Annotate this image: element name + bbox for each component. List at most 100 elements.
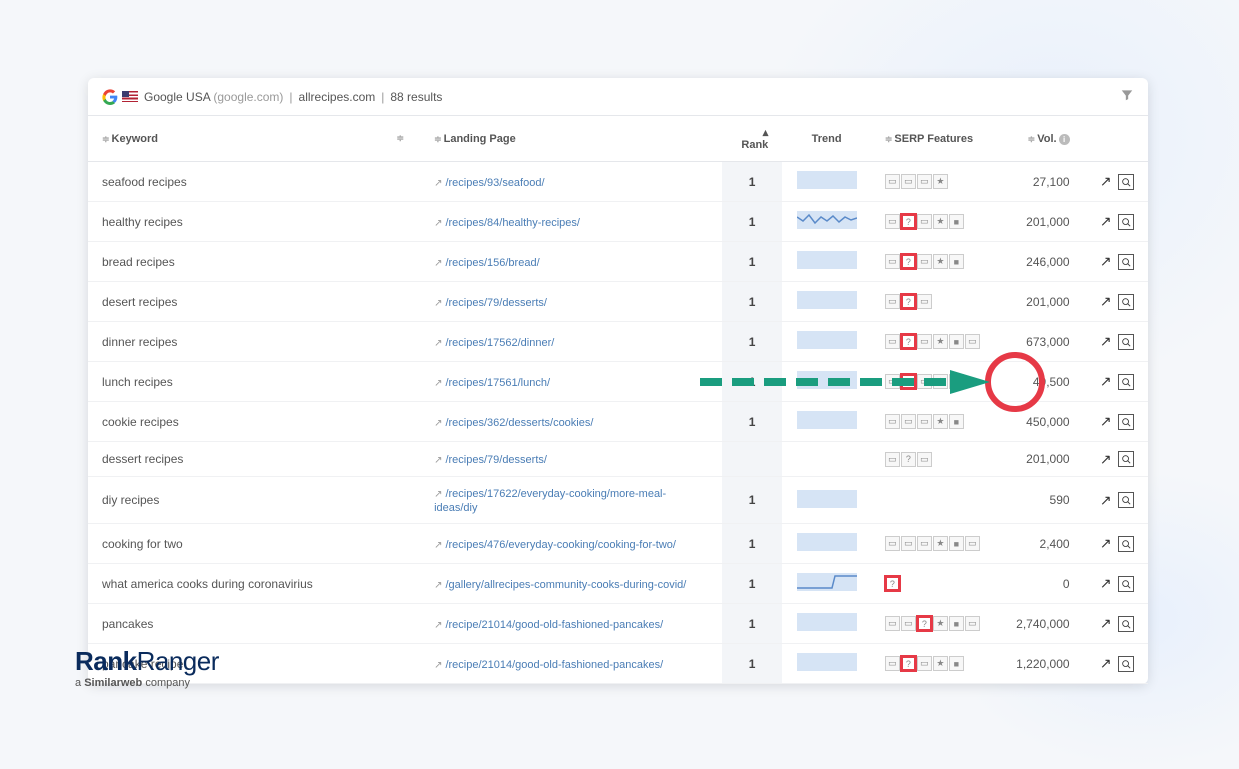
serp-feature-icon[interactable]: ▭ [885, 214, 900, 229]
table-row[interactable]: cookie recipes↗/recipes/362/desserts/coo… [88, 402, 1148, 442]
serp-feature-icon[interactable]: ▭ [917, 414, 932, 429]
expand-icon[interactable]: ↗ [1098, 414, 1114, 430]
preview-icon[interactable] [1118, 294, 1134, 310]
serp-feature-icon[interactable]: ★ [933, 174, 948, 189]
serp-feature-icon[interactable]: ? [885, 576, 900, 591]
landing-cell[interactable]: ↗/recipes/156/bread/ [420, 242, 722, 282]
col-rank[interactable]: ▴ Rank [722, 116, 782, 162]
serp-feature-icon[interactable]: ▭ [917, 334, 932, 349]
landing-cell[interactable]: ↗/recipes/17622/everyday-cooking/more-me… [420, 477, 722, 524]
serp-feature-icon[interactable]: ? [901, 452, 916, 467]
serp-feature-icon[interactable]: ▭ [917, 214, 932, 229]
expand-icon[interactable]: ↗ [1098, 214, 1114, 230]
table-row[interactable]: healthy recipes↗/recipes/84/healthy-reci… [88, 202, 1148, 242]
table-row[interactable]: pancake recipe↗/recipe/21014/good-old-fa… [88, 644, 1148, 684]
landing-cell[interactable]: ↗/recipes/362/desserts/cookies/ [420, 402, 722, 442]
preview-icon[interactable] [1118, 214, 1134, 230]
serp-feature-icon[interactable]: ★ [933, 374, 948, 389]
preview-icon[interactable] [1118, 174, 1134, 190]
serp-feature-icon[interactable]: ? [901, 334, 916, 349]
landing-cell[interactable]: ↗/gallery/allrecipes-community-cooks-dur… [420, 564, 722, 604]
serp-feature-icon[interactable]: ▭ [901, 536, 916, 551]
expand-icon[interactable]: ↗ [1098, 294, 1114, 310]
serp-feature-icon[interactable]: ▭ [885, 334, 900, 349]
expand-icon[interactable]: ↗ [1098, 334, 1114, 350]
col-vol[interactable]: ≑Vol.i [1002, 116, 1084, 162]
expand-icon[interactable]: ↗ [1098, 451, 1114, 467]
expand-icon[interactable]: ↗ [1098, 492, 1114, 508]
serp-feature-icon[interactable]: ■ [949, 254, 964, 269]
expand-icon[interactable]: ↗ [1098, 174, 1114, 190]
serp-feature-icon[interactable]: ▭ [885, 616, 900, 631]
serp-feature-icon[interactable]: ▭ [917, 374, 932, 389]
col-trend[interactable]: Trend [782, 116, 871, 162]
preview-icon[interactable] [1118, 492, 1134, 508]
preview-icon[interactable] [1118, 374, 1134, 390]
serp-feature-icon[interactable]: ▭ [965, 616, 980, 631]
preview-icon[interactable] [1118, 451, 1134, 467]
landing-cell[interactable]: ↗/recipe/21014/good-old-fashioned-pancak… [420, 644, 722, 684]
preview-icon[interactable] [1118, 616, 1134, 632]
serp-feature-icon[interactable]: ★ [933, 414, 948, 429]
serp-feature-icon[interactable]: ▭ [885, 414, 900, 429]
serp-feature-icon[interactable]: ■ [949, 616, 964, 631]
table-row[interactable]: diy recipes↗/recipes/17622/everyday-cook… [88, 477, 1148, 524]
table-row[interactable]: what america cooks during coronavirius↗/… [88, 564, 1148, 604]
serp-feature-icon[interactable]: ▭ [917, 536, 932, 551]
filter-icon[interactable] [1120, 88, 1134, 105]
serp-feature-icon[interactable]: ■ [949, 656, 964, 671]
col-serp[interactable]: ≑SERP Features [871, 116, 1002, 162]
serp-feature-icon[interactable]: ▭ [917, 174, 932, 189]
serp-feature-icon[interactable]: ▭ [917, 254, 932, 269]
serp-feature-icon[interactable]: ▭ [917, 452, 932, 467]
landing-cell[interactable]: ↗/recipes/79/desserts/ [420, 282, 722, 322]
serp-feature-icon[interactable]: ▭ [885, 254, 900, 269]
landing-cell[interactable]: ↗/recipes/17562/dinner/ [420, 322, 722, 362]
serp-feature-icon[interactable]: ▭ [885, 536, 900, 551]
table-row[interactable]: dessert recipes↗/recipes/79/desserts/▭?▭… [88, 442, 1148, 477]
landing-cell[interactable]: ↗/recipes/476/everyday-cooking/cooking-f… [420, 524, 722, 564]
col-landing[interactable]: ≑Landing Page [420, 116, 722, 162]
table-row[interactable]: bread recipes↗/recipes/156/bread/1▭?▭★■2… [88, 242, 1148, 282]
serp-feature-icon[interactable]: ? [901, 656, 916, 671]
preview-icon[interactable] [1118, 334, 1134, 350]
serp-feature-icon[interactable]: ? [901, 294, 916, 309]
serp-feature-icon[interactable]: ★ [933, 214, 948, 229]
landing-cell[interactable]: ↗/recipe/21014/good-old-fashioned-pancak… [420, 604, 722, 644]
serp-feature-icon[interactable]: ▭ [885, 174, 900, 189]
serp-feature-icon[interactable]: ▭ [885, 294, 900, 309]
preview-icon[interactable] [1118, 254, 1134, 270]
info-icon[interactable]: i [1059, 134, 1070, 145]
table-row[interactable]: seafood recipes↗/recipes/93/seafood/1▭▭▭… [88, 162, 1148, 202]
landing-cell[interactable]: ↗/recipes/84/healthy-recipes/ [420, 202, 722, 242]
serp-feature-icon[interactable]: ■ [949, 414, 964, 429]
serp-feature-icon[interactable]: ★ [933, 334, 948, 349]
table-row[interactable]: lunch recipes↗/recipes/17561/lunch/1▭?▭★… [88, 362, 1148, 402]
serp-feature-icon[interactable]: ? [901, 214, 916, 229]
expand-icon[interactable]: ↗ [1098, 656, 1114, 672]
serp-feature-icon[interactable]: ★ [933, 536, 948, 551]
serp-feature-icon[interactable]: ▭ [901, 414, 916, 429]
serp-feature-icon[interactable]: ★ [933, 616, 948, 631]
col-keyword[interactable]: ≑Keyword ≑ [88, 116, 420, 162]
serp-feature-icon[interactable]: ? [917, 616, 932, 631]
table-row[interactable]: dinner recipes↗/recipes/17562/dinner/1▭?… [88, 322, 1148, 362]
table-row[interactable]: desert recipes↗/recipes/79/desserts/1▭?▭… [88, 282, 1148, 322]
serp-feature-icon[interactable]: ■ [949, 214, 964, 229]
serp-feature-icon[interactable]: ▭ [885, 452, 900, 467]
serp-feature-icon[interactable]: ▭ [901, 174, 916, 189]
serp-feature-icon[interactable]: ▭ [917, 656, 932, 671]
expand-icon[interactable]: ↗ [1098, 254, 1114, 270]
serp-feature-icon[interactable]: ▭ [885, 374, 900, 389]
serp-feature-icon[interactable]: ? [901, 374, 916, 389]
expand-icon[interactable]: ↗ [1098, 374, 1114, 390]
preview-icon[interactable] [1118, 536, 1134, 552]
expand-icon[interactable]: ↗ [1098, 536, 1114, 552]
serp-feature-icon[interactable]: ▭ [885, 656, 900, 671]
preview-icon[interactable] [1118, 414, 1134, 430]
table-row[interactable]: cooking for two↗/recipes/476/everyday-co… [88, 524, 1148, 564]
preview-icon[interactable] [1118, 656, 1134, 672]
expand-icon[interactable]: ↗ [1098, 616, 1114, 632]
serp-feature-icon[interactable]: ▭ [965, 536, 980, 551]
landing-cell[interactable]: ↗/recipes/17561/lunch/ [420, 362, 722, 402]
